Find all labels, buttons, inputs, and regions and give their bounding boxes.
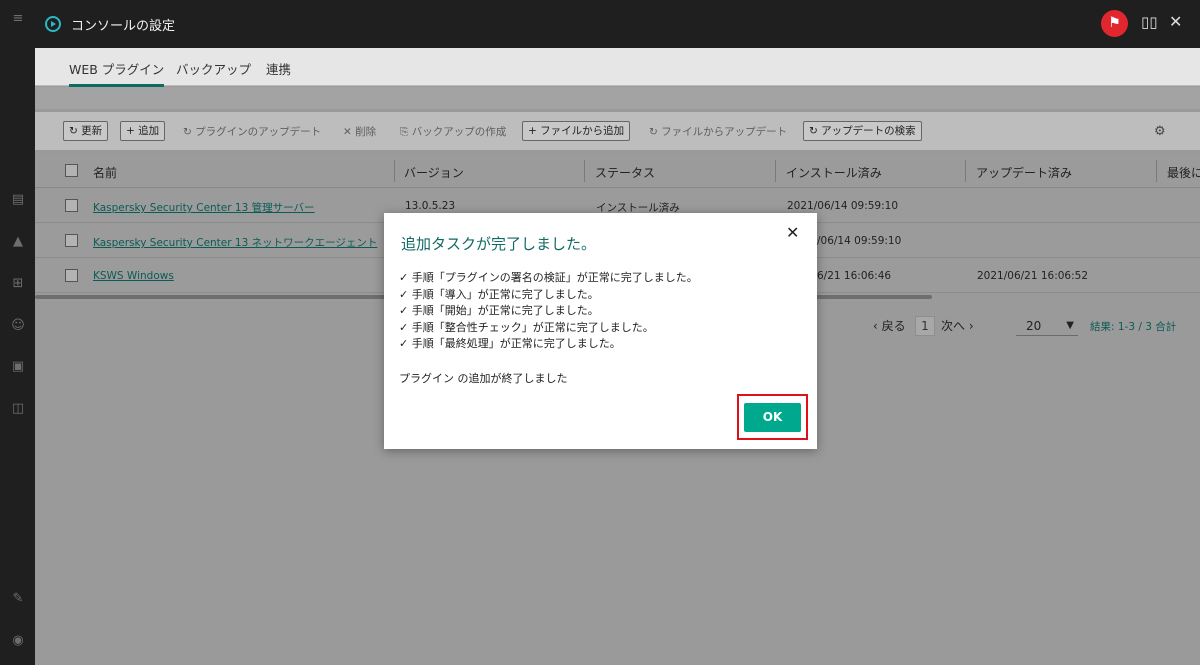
- ok-highlight-frame: OK: [737, 394, 808, 440]
- toolbar: ↻ 更新 + 追加 ↻ プラグインのアップデート ✕ 削除 ⎘ バックアップの作…: [35, 112, 1200, 150]
- plugin-installed: 6/21 16:06:46: [817, 270, 892, 282]
- flag-icon[interactable]: ⚑: [1101, 10, 1128, 37]
- create-backup-button[interactable]: ⎘ バックアップの作成: [400, 124, 506, 139]
- step-line: ✓ 手順「プラグインの署名の検証」が正常に完了しました。: [399, 271, 698, 284]
- step-line: ✓ 手順「最終処理」が正常に完了しました。: [399, 337, 621, 350]
- plugin-name-link[interactable]: Kaspersky Security Center 13 ネットワークエージェン…: [93, 235, 377, 250]
- close-icon[interactable]: ✕: [786, 223, 799, 242]
- next-page-link[interactable]: 次へ ›: [941, 317, 974, 334]
- operations-icon[interactable]: ▣: [11, 360, 25, 374]
- table-header: 名前 バージョン ステータス インストール済み アップデート済み 最後に: [35, 154, 1200, 188]
- tab-bar: WEB プラグイン バックアップ 連携: [35, 48, 1200, 87]
- plugin-name-link[interactable]: KSWS Windows: [93, 270, 174, 282]
- book-icon[interactable]: ▯▯: [1141, 14, 1158, 30]
- add-button[interactable]: + 追加: [120, 121, 166, 141]
- tab-integration[interactable]: 連携: [266, 59, 291, 78]
- row-checkbox[interactable]: [65, 234, 78, 247]
- step-line: ✓ 手順「導入」が正常に完了しました。: [399, 287, 599, 301]
- window-title: コンソールの設定: [71, 19, 176, 34]
- users-icon[interactable]: ☺: [11, 319, 25, 333]
- tab-backup[interactable]: バックアップ: [176, 59, 251, 78]
- monitoring-icon[interactable]: ▤: [11, 193, 25, 207]
- check-updates-button[interactable]: ↻ アップデートの検索: [803, 121, 922, 141]
- update-plugin-button[interactable]: ↻ プラグインのアップデート: [183, 124, 321, 139]
- column-divider[interactable]: [775, 160, 776, 182]
- plugin-version: 13.0.5.23: [405, 200, 456, 212]
- step-line: ✓ 手順「整合性チェック」が正常に完了しました。: [399, 320, 654, 334]
- select-all-checkbox[interactable]: [65, 164, 78, 177]
- wrench-icon[interactable]: ✎: [11, 592, 25, 606]
- column-header-installed[interactable]: インストール済み: [786, 164, 882, 181]
- update-from-file-button[interactable]: ↻ ファイルからアップデート: [649, 124, 787, 139]
- discovery-icon[interactable]: ◫: [11, 402, 25, 416]
- ok-button[interactable]: OK: [744, 403, 801, 432]
- row-checkbox[interactable]: [65, 199, 78, 212]
- prev-page-link[interactable]: ‹ 戻る: [873, 317, 906, 334]
- chevron-down-icon: ▼: [1066, 320, 1074, 331]
- step-line: ✓ 手順「開始」が正常に完了しました。: [399, 304, 599, 317]
- per-page-select[interactable]: 20 ▼: [1016, 316, 1078, 336]
- step-list: ✓ 手順「プラグインの署名の検証」が正常に完了しました。 ✓ 手順「導入」が正常…: [399, 270, 698, 353]
- column-divider[interactable]: [394, 160, 395, 182]
- results-count: 結果: 1-3 / 3 合計: [1090, 321, 1177, 333]
- completion-dialog: 追加タスクが完了しました。 ✕ ✓ 手順「プラグインの署名の検証」が正常に完了し…: [384, 213, 817, 449]
- devices-icon[interactable]: ⊞: [11, 277, 25, 291]
- column-header-name[interactable]: 名前: [93, 164, 117, 181]
- warning-icon[interactable]: ▲: [11, 235, 25, 249]
- menu-icon[interactable]: ≡: [11, 12, 25, 26]
- delete-button[interactable]: ✕ 削除: [343, 124, 376, 139]
- add-from-file-button[interactable]: + ファイルから追加: [522, 121, 631, 141]
- column-divider[interactable]: [584, 160, 585, 182]
- dialog-message: プラグイン の追加が終了しました: [399, 372, 568, 385]
- refresh-button[interactable]: ↻ 更新: [63, 121, 109, 141]
- column-settings-icon[interactable]: ⚙: [1154, 124, 1166, 139]
- row-checkbox[interactable]: [65, 269, 78, 282]
- left-nav-rail: ≡ ▤ ▲ ⊞ ☺ ▣ ◫ ✎ ◉: [0, 0, 35, 665]
- current-page[interactable]: 1: [915, 316, 935, 336]
- plugin-name-link[interactable]: Kaspersky Security Center 13 管理サーバー: [93, 200, 315, 215]
- column-header-updated[interactable]: アップデート済み: [976, 164, 1072, 181]
- column-header-version[interactable]: バージョン: [404, 164, 464, 181]
- column-divider[interactable]: [965, 160, 966, 182]
- column-divider[interactable]: [1156, 160, 1157, 182]
- spacer: [35, 87, 1200, 109]
- per-page-value: 20: [1026, 319, 1042, 333]
- plugin-installed: 2021/06/14 09:59:10: [787, 200, 899, 212]
- account-icon[interactable]: ◉: [11, 634, 25, 648]
- play-circle-icon: [45, 16, 61, 32]
- column-header-status[interactable]: ステータス: [595, 164, 655, 181]
- plugin-installed: /06/14 09:59:10: [817, 235, 902, 247]
- title-bar: コンソールの設定 ⚑ ▯▯ ✕: [35, 0, 1200, 48]
- plugin-updated: 2021/06/21 16:06:52: [977, 270, 1089, 282]
- dialog-title: 追加タスクが完了しました。: [401, 235, 597, 253]
- close-icon[interactable]: ✕: [1169, 13, 1182, 31]
- tab-web-plugins[interactable]: WEB プラグイン: [69, 59, 165, 87]
- column-header-last[interactable]: 最後に: [1167, 164, 1200, 181]
